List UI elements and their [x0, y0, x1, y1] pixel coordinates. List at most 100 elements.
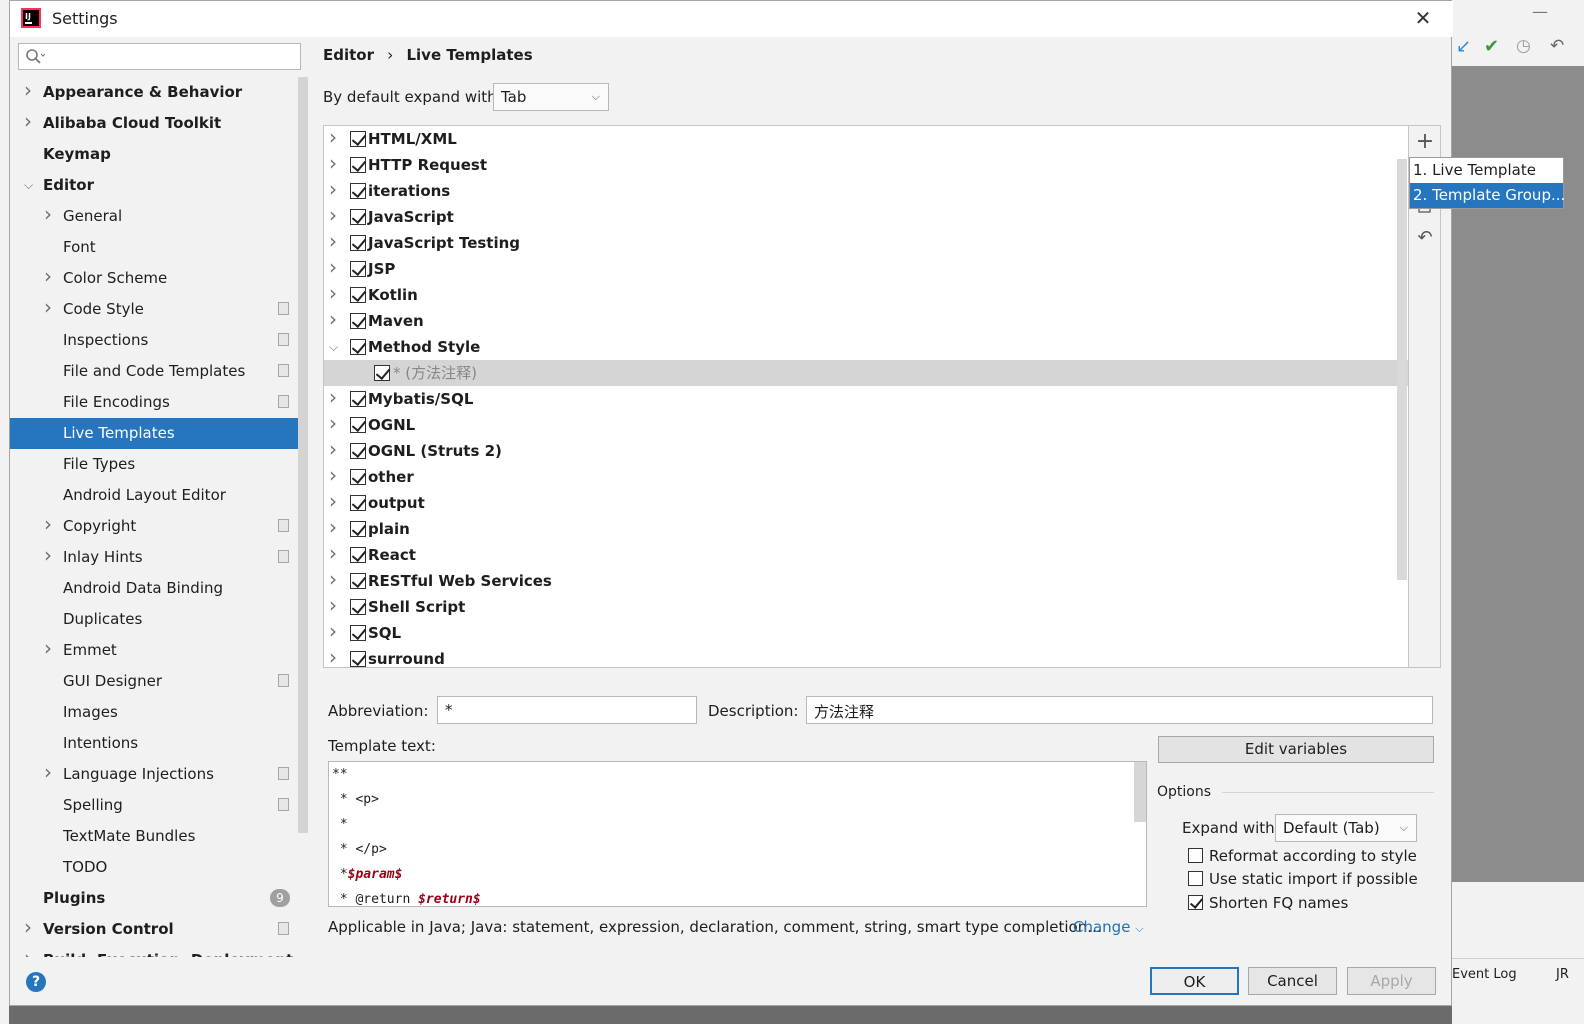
- template-group-row[interactable]: › Mybatis/SQL: [324, 384, 1408, 412]
- template-enabled-checkbox[interactable]: [350, 651, 366, 667]
- menu-item-template-group[interactable]: 2. Template Group...: [1410, 183, 1565, 208]
- apply-button[interactable]: Apply: [1347, 967, 1436, 995]
- abbreviation-field[interactable]: *: [437, 696, 697, 724]
- sidebar-item[interactable]: Duplicates: [10, 604, 308, 635]
- chevron-right-icon[interactable]: ›: [44, 509, 56, 540]
- sidebar-item[interactable]: Android Data Binding: [10, 573, 308, 604]
- sidebar-item[interactable]: › Language Injections: [10, 759, 308, 790]
- commit-check-icon[interactable]: ✔: [1484, 36, 1499, 57]
- template-enabled-checkbox[interactable]: [350, 469, 366, 485]
- description-field[interactable]: 方法注释: [806, 696, 1433, 724]
- edit-variables-button[interactable]: Edit variables: [1158, 736, 1434, 763]
- template-enabled-checkbox[interactable]: [350, 235, 366, 251]
- sidebar-item[interactable]: › Inlay Hints: [10, 542, 308, 573]
- chevron-right-icon[interactable]: ›: [329, 176, 341, 202]
- template-enabled-checkbox[interactable]: [350, 417, 366, 433]
- sidebar-item[interactable]: File Encodings: [10, 387, 308, 418]
- option-checkbox[interactable]: [1188, 895, 1203, 910]
- sidebar-item[interactable]: Plugins 9: [10, 883, 308, 914]
- plus-icon[interactable]: +: [1413, 131, 1437, 155]
- chevron-right-icon[interactable]: ›: [329, 254, 341, 280]
- sidebar-item[interactable]: File Types: [10, 449, 308, 480]
- sidebar-item[interactable]: › Color Scheme: [10, 263, 308, 294]
- close-icon[interactable]: ✕: [1412, 7, 1434, 29]
- template-enabled-checkbox[interactable]: [350, 625, 366, 641]
- sidebar-item[interactable]: › Appearance & Behavior: [10, 77, 308, 108]
- sidebar-item[interactable]: Font: [10, 232, 308, 263]
- template-text-editor[interactable]: ** * <p> * * </p> *$param$ * @return $re…: [328, 761, 1147, 907]
- template-group-row[interactable]: › other: [324, 463, 1408, 490]
- chevron-right-icon[interactable]: ›: [329, 202, 341, 228]
- tree-scrollbar[interactable]: [1397, 159, 1407, 580]
- template-group-row[interactable]: › SQL: [324, 618, 1408, 646]
- template-group-row[interactable]: › plain: [324, 515, 1408, 542]
- template-enabled-checkbox[interactable]: [350, 339, 366, 355]
- template-enabled-checkbox[interactable]: [350, 547, 366, 563]
- template-enabled-checkbox[interactable]: [374, 365, 390, 381]
- chevron-right-icon[interactable]: ›: [329, 228, 341, 254]
- template-row[interactable]: * (方法注释): [324, 360, 1408, 386]
- template-enabled-checkbox[interactable]: [350, 209, 366, 225]
- template-group-row[interactable]: › OGNL (Struts 2): [324, 437, 1408, 464]
- template-group-row[interactable]: › output: [324, 488, 1408, 516]
- template-group-row[interactable]: › Shell Script: [324, 593, 1408, 620]
- sidebar-scrollbar[interactable]: [298, 77, 308, 833]
- sidebar-item[interactable]: File and Code Templates: [10, 356, 308, 387]
- template-group-row[interactable]: › RESTful Web Services: [324, 566, 1408, 594]
- template-enabled-checkbox[interactable]: [350, 131, 366, 147]
- sidebar-item[interactable]: Images: [10, 697, 308, 728]
- sidebar-item[interactable]: TODO: [10, 852, 308, 883]
- chevron-right-icon[interactable]: ›: [44, 540, 56, 571]
- sidebar-item[interactable]: › Code Style: [10, 294, 308, 325]
- template-text-scrollbar[interactable]: [1134, 762, 1146, 822]
- template-enabled-checkbox[interactable]: [350, 391, 366, 407]
- template-group-row[interactable]: ⌵ Method Style: [324, 334, 1408, 360]
- chevron-right-icon[interactable]: ›: [329, 306, 341, 332]
- template-enabled-checkbox[interactable]: [350, 287, 366, 303]
- option-checkbox[interactable]: [1188, 848, 1203, 863]
- revert-icon[interactable]: ↶: [1413, 227, 1437, 251]
- sidebar-item[interactable]: › Alibaba Cloud Toolkit: [10, 108, 308, 139]
- chevron-right-icon[interactable]: ›: [329, 280, 341, 306]
- chevron-right-icon[interactable]: ›: [329, 488, 341, 514]
- menu-item-live-template[interactable]: 1. Live Template: [1410, 158, 1563, 183]
- template-group-row[interactable]: › JSP: [324, 254, 1408, 282]
- chevron-right-icon[interactable]: ›: [329, 410, 341, 436]
- minimize-icon[interactable]: —: [1532, 2, 1548, 21]
- chevron-right-icon[interactable]: ›: [329, 566, 341, 592]
- template-enabled-checkbox[interactable]: [350, 183, 366, 199]
- sidebar-item[interactable]: Intentions: [10, 728, 308, 759]
- search-input[interactable]: [18, 43, 301, 70]
- template-enabled-checkbox[interactable]: [350, 599, 366, 615]
- template-group-row[interactable]: › React: [324, 541, 1408, 568]
- chevron-right-icon[interactable]: ›: [44, 261, 56, 292]
- update-arrow-icon[interactable]: ↙: [1456, 36, 1471, 57]
- sidebar-item[interactable]: GUI Designer: [10, 666, 308, 697]
- chevron-down-icon[interactable]: ⌵: [329, 334, 341, 360]
- rollback-icon[interactable]: ↶: [1550, 36, 1564, 56]
- chevron-right-icon[interactable]: ›: [329, 384, 341, 410]
- chevron-right-icon[interactable]: ›: [329, 150, 341, 176]
- chevron-right-icon[interactable]: ›: [44, 757, 56, 788]
- chevron-right-icon[interactable]: ›: [44, 633, 56, 664]
- template-enabled-checkbox[interactable]: [350, 313, 366, 329]
- template-group-row[interactable]: › Kotlin: [324, 280, 1408, 308]
- template-enabled-checkbox[interactable]: [350, 573, 366, 589]
- sidebar-item[interactable]: Keymap: [10, 139, 308, 170]
- ok-button[interactable]: OK: [1150, 967, 1239, 995]
- chevron-down-icon[interactable]: ⌵: [24, 170, 36, 201]
- change-context-link[interactable]: Change ⌵: [1073, 918, 1144, 936]
- template-group-row[interactable]: › HTTP Request: [324, 150, 1408, 178]
- chevron-right-icon[interactable]: ›: [329, 618, 341, 644]
- jrebel-label[interactable]: JR: [1556, 967, 1569, 982]
- cancel-button[interactable]: Cancel: [1248, 967, 1337, 995]
- chevron-right-icon[interactable]: ›: [24, 106, 36, 137]
- chevron-right-icon[interactable]: ›: [44, 292, 56, 323]
- template-enabled-checkbox[interactable]: [350, 261, 366, 277]
- default-expand-select[interactable]: Tab ⌵: [493, 83, 609, 111]
- chevron-right-icon[interactable]: ›: [329, 126, 341, 150]
- template-group-row[interactable]: › iterations: [324, 176, 1408, 204]
- sidebar-item[interactable]: ⌵ Editor: [10, 170, 308, 201]
- sidebar-item[interactable]: › Version Control: [10, 914, 308, 945]
- sidebar-item[interactable]: Android Layout Editor: [10, 480, 308, 511]
